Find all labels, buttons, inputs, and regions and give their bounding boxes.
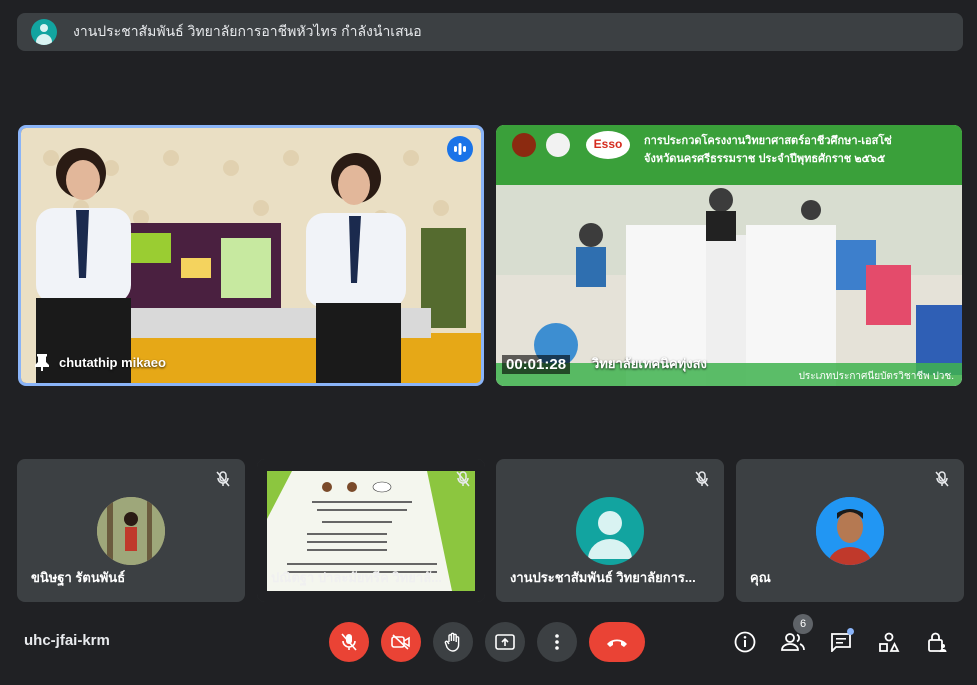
mic-off-icon xyxy=(453,469,473,489)
presenting-banner: งานประชาสัมพันธ์ วิทยาลัยการอาชีพหัวไทร … xyxy=(17,13,963,51)
chat-icon xyxy=(831,633,851,652)
overlay-timer: 00:01:28 xyxy=(502,355,571,374)
participant-tile-self[interactable]: คุณ xyxy=(736,459,964,602)
speaking-indicator-icon xyxy=(447,136,473,162)
meeting-details-button[interactable] xyxy=(731,628,759,656)
participant-name: งานประชาสัมพันธ์ วิทยาลัยการ... xyxy=(510,570,696,585)
present-screen-button[interactable] xyxy=(485,622,525,662)
presenter-avatar-icon xyxy=(31,19,57,45)
activities-icon xyxy=(879,632,900,652)
participant-name: คุณ xyxy=(750,570,771,585)
present-icon xyxy=(495,634,515,650)
activities-button[interactable] xyxy=(875,628,903,656)
leave-call-button[interactable] xyxy=(589,622,645,662)
participant-video xyxy=(21,128,481,383)
camera-toggle-button[interactable] xyxy=(381,622,421,662)
participant-name: chutathip mikaeo xyxy=(59,354,166,370)
mic-off-icon xyxy=(932,469,952,489)
hangup-icon xyxy=(607,639,627,647)
presenting-text: งานประชาสัมพันธ์ วิทยาลัยการอาชีพหัวไทร … xyxy=(73,23,422,39)
participant-tile[interactable]: ขนิษฐา รัตนพันธ์ xyxy=(17,459,245,602)
raise-hand-button[interactable] xyxy=(433,622,473,662)
overlay-title-2: จังหวัดนครศรีธรรมราช ประจำปีพุทธศักราช ๒… xyxy=(644,153,886,165)
info-icon xyxy=(734,631,756,653)
more-vert-icon xyxy=(555,634,559,650)
participant-tile[interactable]: ปณิตฐา ปาละมัยทรีค วิทยาลั... xyxy=(257,459,485,602)
mic-off-icon xyxy=(692,469,712,489)
host-controls-button[interactable] xyxy=(923,628,951,656)
lock-person-icon xyxy=(928,632,947,652)
meeting-code: uhc-jfai-krm xyxy=(24,632,110,649)
participant-avatar xyxy=(816,497,884,565)
hand-icon xyxy=(444,632,460,652)
participant-name: ขนิษฐา รัตนพันธ์ xyxy=(31,570,126,585)
participant-avatar xyxy=(97,497,165,565)
participant-name: ปณิตฐา ปาละมัยทรีค วิทยาลั... xyxy=(271,570,442,585)
participant-name-label: chutathip mikaeo xyxy=(35,353,166,371)
overlay-title-1: การประกวดโครงงานวิทยาศาสตร์อาชีวศึกษา-เอ… xyxy=(644,135,892,147)
people-icon xyxy=(781,633,805,651)
camera-off-icon xyxy=(391,634,410,650)
overlay-footer: ประเภทประกาศนียบัตรวิชาชีพ ปวช. xyxy=(798,371,954,382)
pin-icon[interactable] xyxy=(35,353,49,371)
esso-logo: Esso xyxy=(593,137,623,151)
mic-toggle-button[interactable] xyxy=(329,622,369,662)
participant-tile[interactable]: งานประชาสัมพันธ์ วิทยาลัยการ... xyxy=(496,459,724,602)
participant-count-badge: 6 xyxy=(793,614,813,634)
chat-notification-dot xyxy=(847,628,854,635)
mic-off-icon xyxy=(341,633,357,651)
mic-off-icon xyxy=(213,469,233,489)
participant-tile-main[interactable]: Esso การประกวดโครงงานวิทยาศาสตร์อาชีวศึก… xyxy=(496,125,962,386)
participant-name-label: วิทยาลัยเทคนิคทุ่งสง xyxy=(592,353,707,374)
participant-avatar-icon xyxy=(576,497,644,565)
participant-name: วิทยาลัยเทคนิคทุ่งสง xyxy=(592,356,707,371)
participant-tile-main[interactable]: chutathip mikaeo xyxy=(18,125,484,386)
more-options-button[interactable] xyxy=(537,622,577,662)
